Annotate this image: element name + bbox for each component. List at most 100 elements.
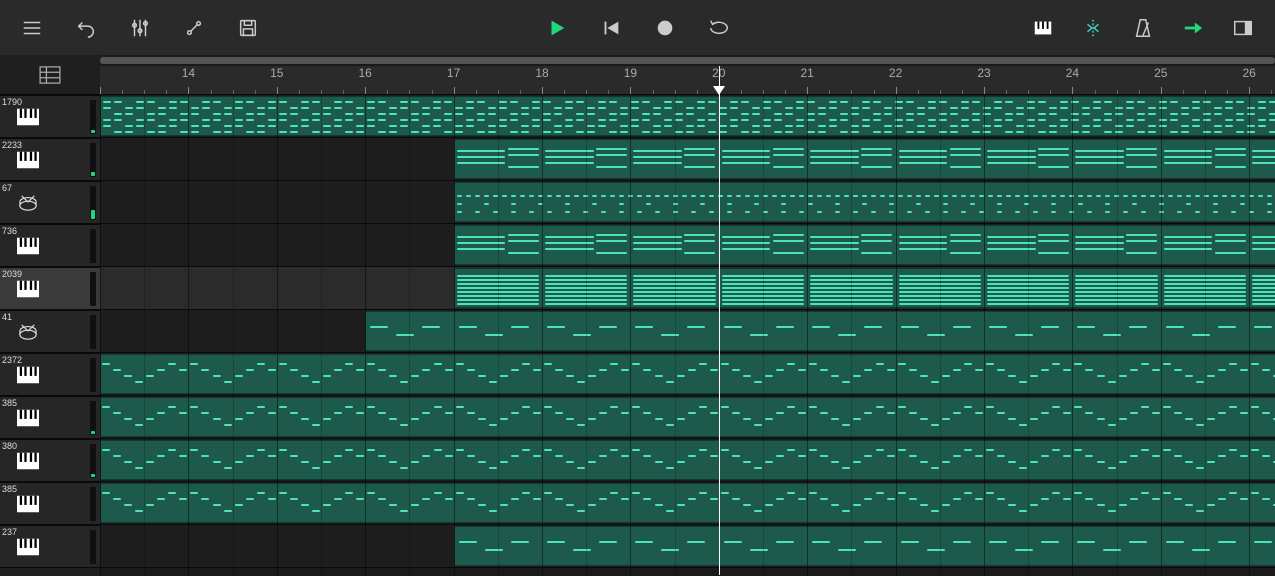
bar-label: 17	[447, 66, 460, 80]
track-level-meter	[90, 358, 96, 392]
track-list-header[interactable]	[0, 55, 100, 95]
track-header[interactable]: 736	[0, 224, 100, 267]
midi-clip[interactable]	[365, 311, 1275, 351]
piano-roll-icon[interactable]	[1031, 16, 1055, 40]
arrangement-area[interactable]	[100, 95, 1275, 576]
track-row[interactable]	[100, 181, 1275, 224]
track-row[interactable]	[100, 525, 1275, 568]
track-number: 41	[2, 312, 12, 322]
track-header[interactable]: 1790	[0, 95, 100, 138]
track-row[interactable]	[100, 224, 1275, 267]
bar-label: 20	[712, 66, 725, 80]
track-level-meter	[90, 186, 96, 220]
mixer-icon[interactable]	[128, 16, 152, 40]
midi-clip[interactable]	[100, 440, 1275, 480]
bar-label: 24	[1066, 66, 1079, 80]
piano-icon	[16, 494, 40, 514]
track-header[interactable]: 380	[0, 439, 100, 482]
piano-icon	[16, 451, 40, 471]
timeline-ruler[interactable]: 14 15 16 17 18 19 20 21 22 23 24 25 26	[100, 55, 1275, 95]
bar-label: 18	[535, 66, 548, 80]
track-number: 385	[2, 484, 17, 494]
track-level-meter	[90, 530, 96, 564]
bar-label: 22	[889, 66, 902, 80]
bar-label: 21	[801, 66, 814, 80]
piano-icon	[16, 365, 40, 385]
loop-button[interactable]	[707, 16, 731, 40]
bar-label: 23	[977, 66, 990, 80]
track-level-meter	[90, 315, 96, 349]
bar-label: 16	[359, 66, 372, 80]
track-header[interactable]: 2372	[0, 353, 100, 396]
horizontal-scrollbar[interactable]	[100, 57, 1275, 64]
track-level-meter	[90, 143, 96, 177]
midi-clip[interactable]	[100, 354, 1275, 394]
automation-icon[interactable]	[182, 16, 206, 40]
undo-icon[interactable]	[74, 16, 98, 40]
piano-icon	[16, 279, 40, 299]
midi-clip[interactable]	[100, 96, 1275, 136]
track-number: 736	[2, 226, 17, 236]
track-header[interactable]: 67	[0, 181, 100, 224]
top-toolbar	[0, 0, 1275, 55]
track-header[interactable]: 2233	[0, 138, 100, 181]
track-level-meter	[90, 401, 96, 435]
track-header[interactable]: 237	[0, 525, 100, 568]
bar-label: 15	[270, 66, 283, 80]
rewind-button[interactable]	[599, 16, 623, 40]
track-number: 1790	[2, 97, 22, 107]
save-icon[interactable]	[236, 16, 260, 40]
horizontal-scrollbar-track[interactable]	[100, 55, 1275, 66]
bar-label: 26	[1243, 66, 1256, 80]
midi-clip[interactable]	[454, 225, 1275, 265]
track-number: 2039	[2, 269, 22, 279]
drum-icon	[16, 193, 40, 213]
play-button[interactable]	[545, 16, 569, 40]
track-level-meter	[90, 487, 96, 521]
follow-playhead-icon[interactable]	[1181, 16, 1205, 40]
track-row[interactable]	[100, 482, 1275, 525]
track-number: 67	[2, 183, 12, 193]
midi-clip[interactable]	[454, 182, 1275, 222]
track-header[interactable]: 385	[0, 396, 100, 439]
midi-clip[interactable]	[454, 139, 1275, 179]
track-header[interactable]: 2039	[0, 267, 100, 310]
track-header-column: 1790 2233 67 736 2039 41 2372 385 380 385 237	[0, 55, 100, 576]
track-level-meter	[90, 444, 96, 478]
track-header[interactable]: 385	[0, 482, 100, 525]
track-number: 237	[2, 527, 17, 537]
midi-clip[interactable]	[100, 397, 1275, 437]
panel-toggle-icon[interactable]	[1231, 16, 1255, 40]
piano-icon	[16, 537, 40, 557]
drum-icon	[16, 322, 40, 342]
snap-icon[interactable]	[1081, 16, 1105, 40]
track-level-meter	[90, 272, 96, 306]
bar-label: 14	[182, 66, 195, 80]
piano-icon	[16, 236, 40, 256]
track-row[interactable]	[100, 310, 1275, 353]
track-number: 2233	[2, 140, 22, 150]
track-number: 380	[2, 441, 17, 451]
track-number: 385	[2, 398, 17, 408]
midi-clip[interactable]	[454, 268, 1275, 308]
bar-label: 25	[1154, 66, 1167, 80]
track-row[interactable]	[100, 396, 1275, 439]
record-button[interactable]	[653, 16, 677, 40]
track-row[interactable]	[100, 95, 1275, 138]
track-row[interactable]	[100, 353, 1275, 396]
track-row[interactable]	[100, 138, 1275, 181]
track-row[interactable]	[100, 267, 1275, 310]
piano-icon	[16, 107, 40, 127]
piano-icon	[16, 408, 40, 428]
piano-icon	[16, 150, 40, 170]
track-level-meter	[90, 229, 96, 263]
midi-clip[interactable]	[454, 526, 1275, 566]
menu-icon[interactable]	[20, 16, 44, 40]
track-level-meter	[90, 100, 96, 134]
track-row[interactable]	[100, 439, 1275, 482]
track-header[interactable]: 41	[0, 310, 100, 353]
bar-label: 19	[624, 66, 637, 80]
track-number: 2372	[2, 355, 22, 365]
midi-clip[interactable]	[100, 483, 1275, 523]
metronome-icon[interactable]	[1131, 16, 1155, 40]
